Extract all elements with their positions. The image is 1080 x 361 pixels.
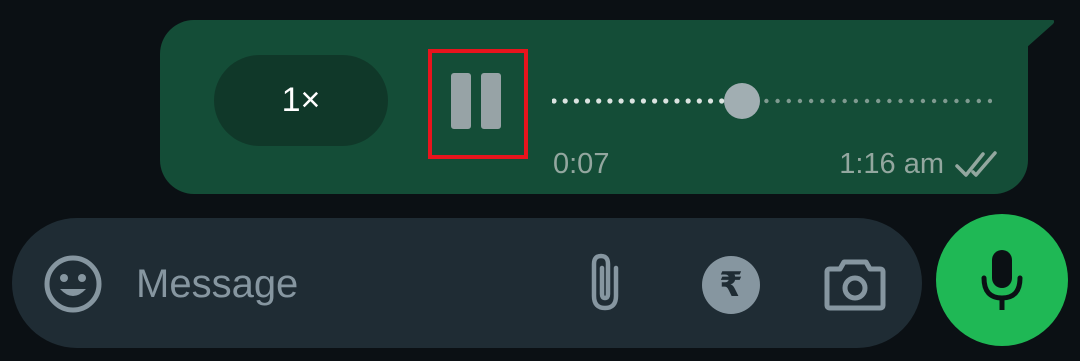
seekbar-dot-remaining	[764, 98, 769, 104]
seekbar-dot-played	[562, 98, 568, 104]
seekbar-dot-played	[629, 98, 635, 104]
payment-button[interactable]: ₹	[702, 256, 760, 314]
seekbar-dot-remaining	[808, 98, 814, 104]
microphone-icon	[981, 250, 1023, 310]
seekbar-dot-played	[596, 98, 602, 104]
seekbar-dot-played	[663, 98, 669, 104]
seekbar-dot-played	[607, 98, 613, 104]
seekbar-dot-remaining	[853, 98, 859, 104]
voice-record-button[interactable]	[936, 214, 1068, 346]
seekbar-dot-remaining	[876, 98, 881, 104]
rupee-icon: ₹	[719, 265, 743, 305]
seekbar-dot-played	[674, 98, 680, 104]
seekbar-dot-remaining	[842, 98, 847, 104]
seekbar-dot-remaining	[976, 98, 982, 104]
double-check-icon	[955, 151, 997, 177]
playback-speed-button[interactable]: 1×	[214, 55, 388, 146]
message-input[interactable]	[136, 255, 556, 313]
seekbar-dot-remaining	[820, 98, 825, 104]
seekbar-dot-remaining	[965, 98, 970, 104]
seekbar-dot-played	[573, 98, 579, 104]
audio-seekbar[interactable]	[552, 86, 992, 116]
seekbar-dot-remaining	[887, 98, 892, 104]
seekbar-dot-remaining	[797, 98, 803, 104]
message-timestamp: 1:16 am	[839, 148, 944, 180]
bubble-tail	[1026, 20, 1054, 48]
seekbar-dot-remaining	[909, 98, 914, 104]
seekbar-dot-remaining	[898, 98, 903, 104]
seekbar-dot-played	[685, 98, 691, 104]
seekbar-dot-remaining	[943, 98, 948, 104]
seekbar-dot-played	[552, 98, 557, 104]
paperclip-icon[interactable]	[578, 250, 632, 316]
seekbar-dot-remaining	[864, 98, 870, 104]
seekbar-dot-played	[584, 98, 591, 104]
seekbar-dot-played	[696, 98, 702, 104]
seekbar-dot-remaining	[987, 98, 992, 104]
seekbar-dot-remaining	[920, 98, 926, 104]
chat-screen: 1× 0:07 1:16 am ₹	[0, 0, 1080, 361]
seekbar-dot-remaining	[775, 98, 780, 104]
seekbar-thumb[interactable]	[724, 83, 760, 119]
seekbar-dot-remaining	[786, 98, 791, 104]
seekbar-dot-played	[707, 98, 714, 104]
seekbar-dot-played	[652, 98, 658, 104]
seekbar-dot-remaining	[831, 98, 836, 104]
seekbar-dot-played	[618, 98, 624, 104]
elapsed-time: 0:07	[553, 148, 610, 180]
seekbar-dot-remaining	[931, 98, 937, 104]
pause-button[interactable]	[447, 69, 505, 133]
camera-icon[interactable]	[824, 256, 886, 312]
seekbar-dot-remaining	[954, 98, 959, 104]
emoji-icon[interactable]	[42, 253, 104, 315]
seekbar-dot-played	[640, 98, 647, 104]
playback-speed-label: 1×	[281, 81, 321, 119]
